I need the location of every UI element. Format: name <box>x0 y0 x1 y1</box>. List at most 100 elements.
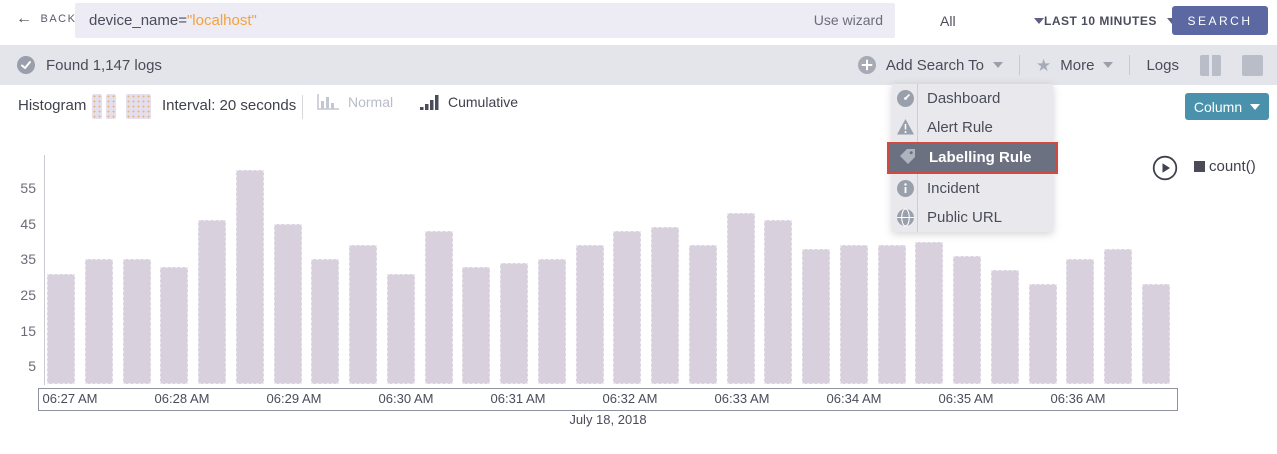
x-axis-label: 06:33 AM <box>715 391 770 406</box>
histogram-bar[interactable] <box>953 256 981 384</box>
histogram-bar[interactable] <box>840 245 868 384</box>
histogram-bar[interactable] <box>991 270 1019 384</box>
histogram-bar[interactable] <box>1142 284 1170 384</box>
menu-item-dashboard[interactable]: Dashboard <box>892 84 1053 113</box>
histogram-bar[interactable] <box>160 267 188 384</box>
histogram-bar[interactable] <box>613 231 641 384</box>
results-bar-actions: Add Search To ★ More Logs <box>857 45 1277 85</box>
histogram-bar[interactable] <box>274 224 302 384</box>
split-view-icon[interactable] <box>106 94 116 119</box>
histogram-bar[interactable] <box>425 231 453 384</box>
y-axis-tick: 5 <box>0 358 36 374</box>
search-input[interactable]: device_name= "localhost" Use wizard <box>75 3 895 38</box>
histogram-bar[interactable] <box>538 259 566 384</box>
star-icon: ★ <box>1036 57 1051 74</box>
add-search-to-label: Add Search To <box>886 57 984 74</box>
x-axis-label: 06:36 AM <box>1051 391 1106 406</box>
x-axis-label: 06:32 AM <box>603 391 658 406</box>
divider <box>1019 55 1020 75</box>
menu-item-alert-rule[interactable]: Alert Rule <box>892 113 1053 142</box>
found-logs-status: Found 1,147 logs <box>16 45 162 85</box>
globe-icon <box>896 208 915 227</box>
y-axis-tick: 35 <box>0 251 36 267</box>
logs-label: Logs <box>1146 57 1179 74</box>
histogram-toolbar: Histogram Interval: 20 seconds Normal Cu <box>0 85 1277 128</box>
histogram-bar[interactable] <box>915 242 943 384</box>
histogram-bar[interactable] <box>764 220 792 384</box>
histogram-bar[interactable] <box>387 274 415 384</box>
histogram-bar[interactable] <box>47 274 75 384</box>
interval-label: Interval: 20 seconds <box>162 97 296 114</box>
scope-dropdown-value: All <box>940 13 956 29</box>
play-circle-icon <box>1152 155 1178 181</box>
query-prefix: device_name= <box>89 12 187 29</box>
histogram-bar[interactable] <box>651 227 679 384</box>
menu-item-label: Labelling Rule <box>929 149 1032 166</box>
histogram-bar[interactable] <box>462 267 490 384</box>
search-button[interactable]: SEARCH <box>1172 6 1268 35</box>
info-icon <box>896 179 915 198</box>
play-button[interactable] <box>1152 155 1178 186</box>
histogram-bar[interactable] <box>349 245 377 384</box>
histogram-bar[interactable] <box>123 259 151 384</box>
menu-item-label: Dashboard <box>927 90 1000 107</box>
menu-item-public-url[interactable]: Public URL <box>892 203 1053 232</box>
full-view-icon[interactable] <box>1242 55 1263 76</box>
menu-item-label: Public URL <box>927 209 1002 226</box>
x-axis-label: 06:27 AM <box>43 391 98 406</box>
chevron-down-icon <box>1250 104 1260 110</box>
histogram-bar[interactable] <box>1066 259 1094 384</box>
chevron-down-icon <box>1034 18 1044 24</box>
histogram-bar[interactable] <box>1104 249 1132 384</box>
plus-circle-icon <box>857 55 877 75</box>
histogram-bar[interactable] <box>878 245 906 384</box>
histogram-bar[interactable] <box>500 263 528 384</box>
x-axis-label: 06:35 AM <box>939 391 994 406</box>
histogram-bar[interactable] <box>236 170 264 384</box>
full-view-icon[interactable] <box>126 94 151 119</box>
column-dropdown-button[interactable]: Column <box>1185 93 1269 120</box>
add-search-to-menu: Dashboard Alert Rule Labelling Rule <box>892 84 1053 232</box>
chart-date-label: July 18, 2018 <box>38 412 1178 427</box>
scope-dropdown[interactable]: All <box>940 0 1044 42</box>
back-label: BACK <box>41 13 77 25</box>
histogram-bar[interactable] <box>311 259 339 384</box>
check-circle-icon <box>16 55 36 75</box>
chart-legend: count() <box>1194 158 1256 175</box>
split-view-icon[interactable] <box>1200 55 1221 76</box>
time-range-value: LAST 10 MINUTES <box>1044 14 1157 28</box>
chevron-down-icon <box>993 62 1003 68</box>
cumulative-mode-button[interactable]: Cumulative <box>420 93 518 111</box>
divider <box>1129 55 1130 75</box>
more-dropdown[interactable]: ★ More <box>1036 57 1113 74</box>
use-wizard-link[interactable]: Use wizard <box>814 12 883 28</box>
split-view-icon[interactable] <box>92 94 102 119</box>
time-range-dropdown[interactable]: LAST 10 MINUTES <box>1044 0 1177 42</box>
cumulative-chart-icon <box>420 93 440 111</box>
y-axis-tick: 45 <box>0 216 36 232</box>
histogram-bar[interactable] <box>727 213 755 384</box>
x-axis-label: 06:28 AM <box>155 391 210 406</box>
histogram-bar[interactable] <box>198 220 226 384</box>
chevron-down-icon <box>1103 62 1113 68</box>
histogram-bar[interactable] <box>802 249 830 384</box>
x-axis-label: 06:34 AM <box>827 391 882 406</box>
histogram-bar[interactable] <box>1029 284 1057 384</box>
back-arrow-icon: ← <box>16 11 34 27</box>
histogram-bar[interactable] <box>85 259 113 384</box>
more-label: More <box>1060 57 1094 74</box>
y-axis-line <box>44 155 45 385</box>
histogram-bar[interactable] <box>576 245 604 384</box>
back-button[interactable]: ← BACK <box>16 11 76 27</box>
add-search-to-dropdown[interactable]: Add Search To <box>857 55 1003 75</box>
cumulative-mode-label: Cumulative <box>448 94 518 110</box>
y-axis-tick: 55 <box>0 180 36 196</box>
normal-mode-button[interactable]: Normal <box>316 93 393 111</box>
column-button-label: Column <box>1194 99 1242 115</box>
normal-chart-icon <box>316 93 340 111</box>
menu-item-incident[interactable]: Incident <box>892 174 1053 203</box>
logs-view-group: Logs <box>1146 55 1277 76</box>
x-axis-label: 06:29 AM <box>267 391 322 406</box>
menu-item-labelling-rule[interactable]: Labelling Rule <box>887 142 1058 175</box>
histogram-bar[interactable] <box>689 245 717 384</box>
